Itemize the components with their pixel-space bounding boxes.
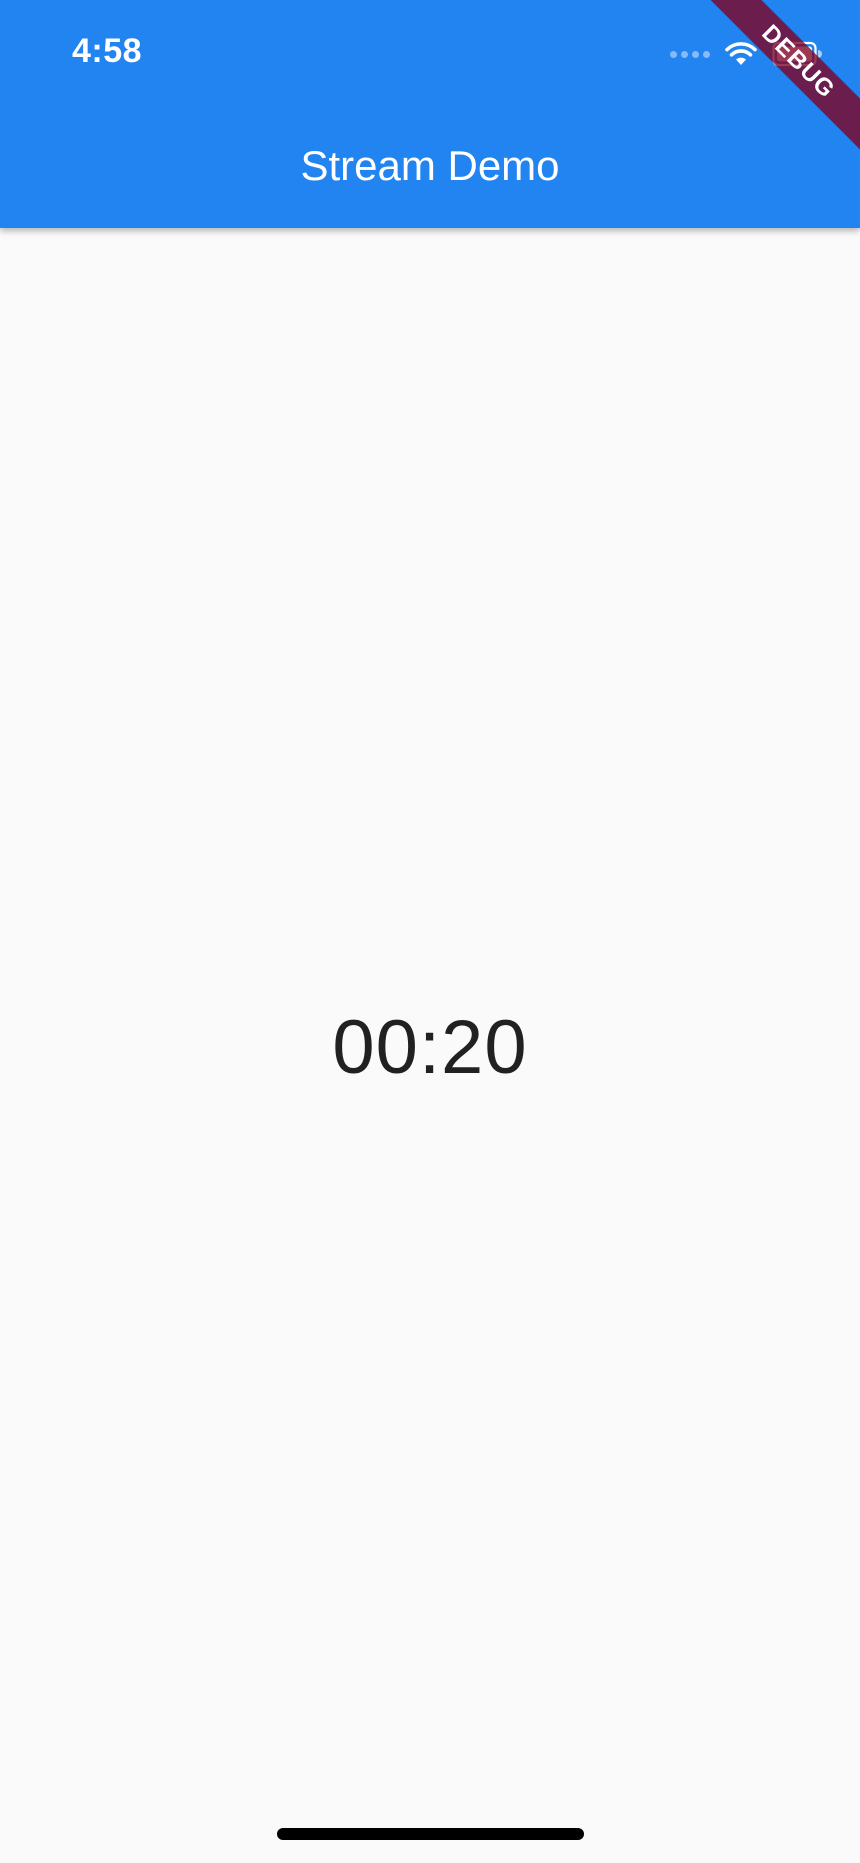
debug-banner: DEBUG <box>700 0 860 160</box>
timer-display: 00:20 <box>332 1005 528 1090</box>
debug-banner-container: DEBUG <box>700 0 860 160</box>
home-indicator[interactable] <box>277 1828 584 1840</box>
status-time: 4:58 <box>72 32 143 70</box>
